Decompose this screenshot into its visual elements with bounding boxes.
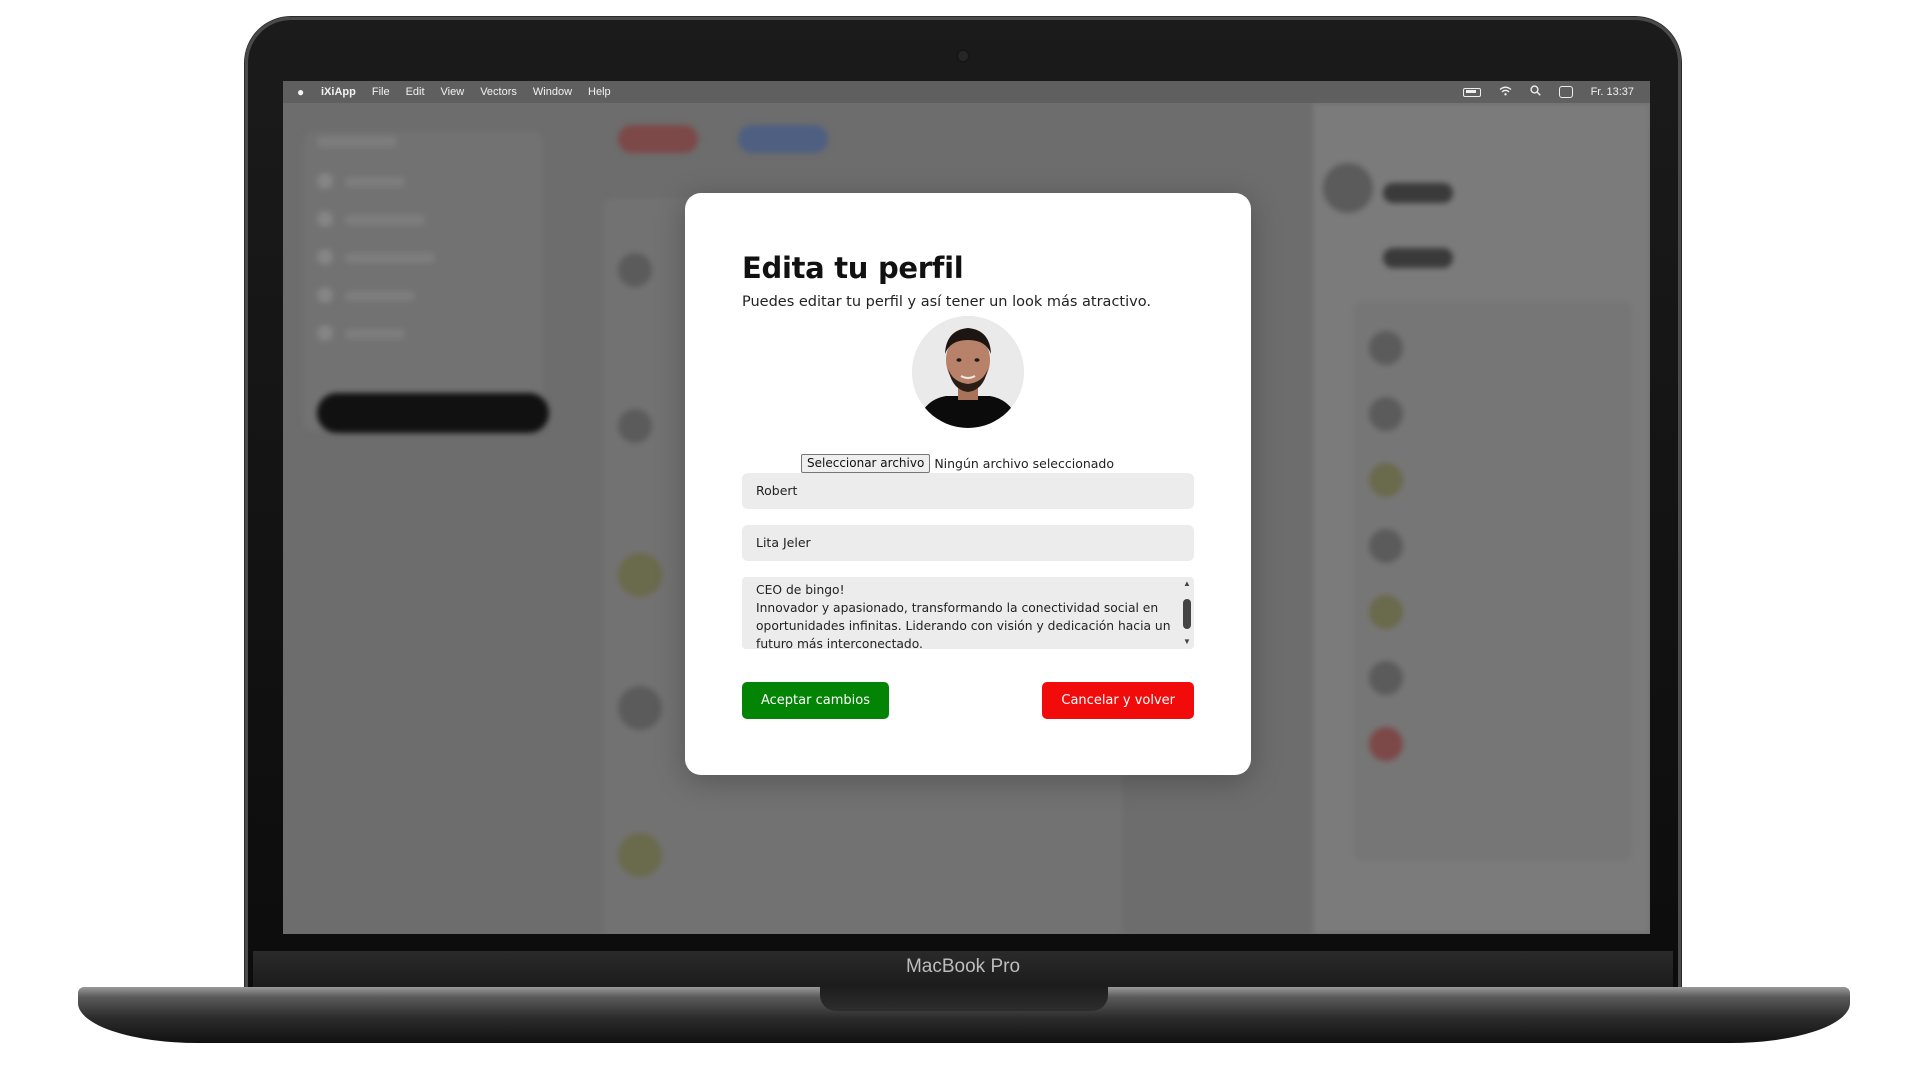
control-center-icon[interactable] <box>1558 86 1573 98</box>
battery-icon[interactable] <box>1462 87 1481 97</box>
menu-status-area: Fr. 13:37 <box>1462 81 1634 103</box>
bg-avatar <box>1369 397 1403 431</box>
bio-line: oportunidades infinitas. Liderando con v… <box>756 619 1171 633</box>
bg-dark-pill <box>1383 248 1453 268</box>
bio-line: CEO de bingo! <box>756 583 845 597</box>
menu-window[interactable]: Window <box>533 86 572 98</box>
apple-logo-icon[interactable]: ● <box>297 86 307 98</box>
bg-nav-label <box>345 291 415 301</box>
menu-file[interactable]: File <box>372 86 390 98</box>
bg-avatar <box>1369 331 1403 365</box>
bg-avatar <box>618 253 652 287</box>
bio-textarea[interactable]: CEO de bingo! Innovador y apasionado, tr… <box>742 577 1194 649</box>
modal-subtitle: Puedes editar tu perfil y así tener un l… <box>742 294 1151 310</box>
bg-avatar <box>1369 727 1403 761</box>
scroll-thumb[interactable] <box>1183 599 1191 629</box>
profile-avatar <box>912 316 1024 428</box>
bg-avatar <box>1369 661 1403 695</box>
file-picker-row: Seleccionar archivo Ningún archivo selec… <box>801 454 1114 473</box>
bg-nav-label <box>345 177 405 187</box>
bio-line: Innovador y apasionado, transformando la… <box>756 601 1159 615</box>
bg-dark-pill <box>1383 183 1453 203</box>
accept-changes-button[interactable]: Aceptar cambios <box>742 682 889 719</box>
last-name-field[interactable]: Lita Jeler <box>742 525 1194 561</box>
bg-avatar <box>1323 163 1373 213</box>
device-brand-label: MacBook Pro <box>905 956 1021 977</box>
bg-nav-icon <box>317 173 333 189</box>
bg-avatar <box>1369 463 1403 497</box>
bg-blue-pill <box>738 125 828 153</box>
bg-black-button <box>317 393 549 433</box>
camera-icon <box>958 51 968 61</box>
scroll-up-arrow-icon[interactable]: ▲ <box>1182 579 1192 589</box>
laptop-lid: ● iXiApp File Edit View Vectors Window H… <box>245 17 1681 991</box>
menu-app-name[interactable]: iXiApp <box>321 86 356 98</box>
bg-nav-label <box>345 215 425 225</box>
bg-sidebar-heading <box>317 137 397 147</box>
bio-scrollbar[interactable]: ▲ ▼ <box>1182 579 1192 647</box>
bg-sidebar <box>303 131 543 431</box>
menu-clock[interactable]: Fr. 13:37 <box>1591 86 1634 98</box>
menu-vectors[interactable]: Vectors <box>480 86 517 98</box>
bg-nav-icon <box>317 325 333 341</box>
search-icon[interactable] <box>1529 85 1541 99</box>
bg-nav-icon <box>317 287 333 303</box>
wifi-icon[interactable] <box>1499 86 1512 99</box>
bg-avatar <box>618 553 662 597</box>
bg-contacts-card <box>1353 301 1633 861</box>
laptop-screen: ● iXiApp File Edit View Vectors Window H… <box>283 81 1650 934</box>
menu-bar: ● iXiApp File Edit View Vectors Window H… <box>283 81 1650 103</box>
bg-avatar <box>618 409 652 443</box>
bio-line: futuro más interconectado. <box>756 637 923 649</box>
first-name-field[interactable]: Robert <box>742 473 1194 509</box>
menu-view[interactable]: View <box>441 86 465 98</box>
bg-nav-label <box>345 329 405 339</box>
bg-red-pill <box>618 125 698 153</box>
bg-avatar <box>618 833 662 877</box>
select-file-button[interactable]: Seleccionar archivo <box>801 454 931 473</box>
modal-title: Edita tu perfil <box>742 251 964 285</box>
bg-nav-icon <box>317 249 333 265</box>
scroll-down-arrow-icon[interactable]: ▼ <box>1182 637 1192 647</box>
menu-help[interactable]: Help <box>588 86 611 98</box>
bg-avatar <box>1369 595 1403 629</box>
bg-avatar <box>1369 529 1403 563</box>
avatar-portrait-icon <box>912 316 1024 428</box>
laptop-opening-notch <box>820 987 1108 1011</box>
bg-nav-label <box>345 253 435 263</box>
bg-nav-icon <box>317 211 333 227</box>
file-status-text: Ningún archivo seleccionado <box>934 456 1115 471</box>
menu-edit[interactable]: Edit <box>406 86 425 98</box>
cancel-button[interactable]: Cancelar y volver <box>1042 682 1194 719</box>
edit-profile-modal: Edita tu perfil Puedes editar tu perfil … <box>685 193 1251 775</box>
bg-avatar <box>618 686 662 730</box>
